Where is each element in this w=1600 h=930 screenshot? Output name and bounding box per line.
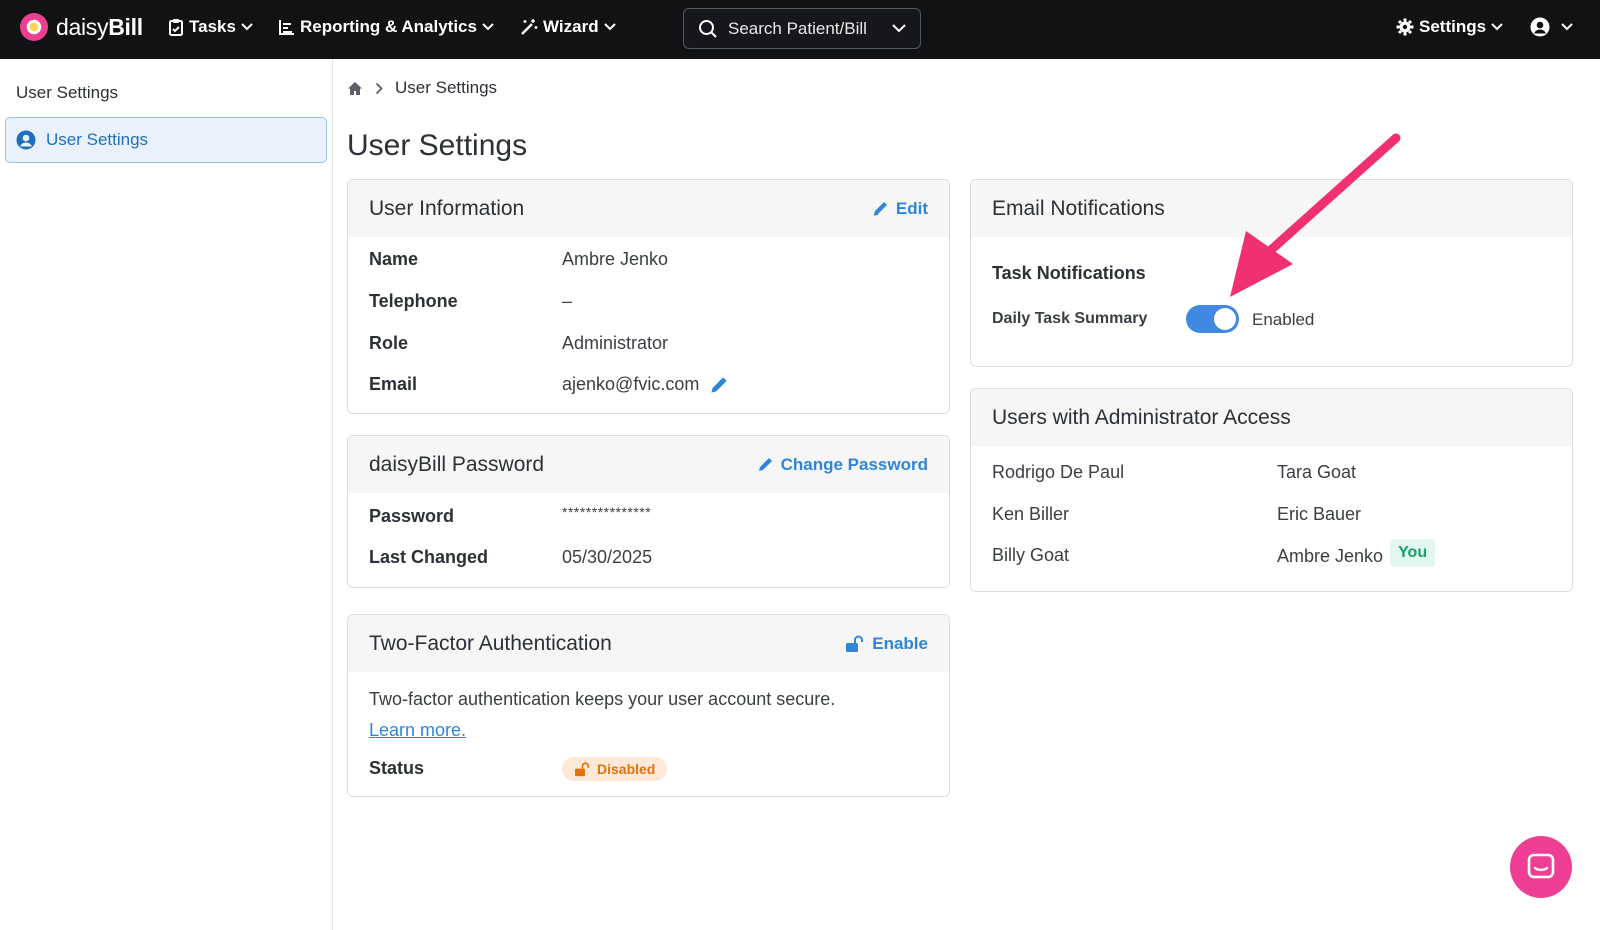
edit-button[interactable]: Edit: [872, 199, 928, 219]
toggle-state-label: Enabled: [1252, 310, 1315, 329]
nav-tasks-label: Tasks: [189, 17, 236, 36]
change-password-label: Change Password: [780, 454, 928, 474]
card-header: Users with Administrator Access: [971, 389, 1572, 446]
admin-user: Tara Goat: [1277, 462, 1357, 482]
row-value: 05/30/2025: [562, 547, 653, 567]
admin-user: Eric Bauer: [1277, 504, 1362, 524]
daily-task-summary-label: Daily Task Summary: [992, 310, 1148, 327]
chevron-down-icon: [603, 23, 616, 31]
card-title: User Information: [369, 196, 525, 220]
chevron-down-icon: [241, 23, 253, 31]
you-badge: You: [1390, 539, 1436, 567]
page-title: User Settings: [347, 129, 528, 162]
row-label: Role: [369, 333, 409, 353]
gear-icon: [1396, 18, 1414, 36]
unlock-icon: [846, 635, 864, 652]
annotation-arrow-icon: [1230, 133, 1401, 297]
edit-email-pencil-icon[interactable]: [709, 375, 729, 395]
chat-icon: [1527, 853, 1555, 879]
change-password-button[interactable]: Change Password: [757, 455, 928, 475]
row-value: Ambre Jenko: [562, 249, 669, 269]
card-title: Two-Factor Authentication: [369, 631, 612, 655]
row-value: –: [562, 291, 573, 311]
nav-settings-label: Settings: [1419, 17, 1487, 36]
user-information-card: User Information Edit Name Ambre Jenko T…: [347, 179, 950, 414]
chevron-down-icon: [482, 23, 494, 31]
chevron-down-icon: [1561, 23, 1573, 31]
nav-settings[interactable]: Settings: [1396, 17, 1503, 37]
tfa-description-block: Two-factor authentication keeps your use…: [369, 684, 929, 746]
search-placeholder: Search Patient/Bill: [728, 18, 867, 38]
sidebar-item-user-settings[interactable]: User Settings: [5, 117, 327, 163]
admin-user: Rodrigo De Paul: [992, 462, 1125, 482]
magic-wand-icon: [521, 19, 538, 35]
status-badge-label: Disabled: [597, 761, 656, 777]
chevron-down-icon: [1491, 23, 1503, 31]
card-title: Users with Administrator Access: [992, 405, 1291, 429]
brand-name: daisyBill: [56, 13, 143, 40]
edit-label: Edit: [895, 198, 928, 218]
home-icon[interactable]: [347, 81, 363, 96]
unlock-icon: [575, 761, 590, 776]
top-navbar: daisyBill Tasks Reporting & Analytics Wi…: [0, 0, 1600, 59]
chat-launcher-button[interactable]: [1510, 836, 1572, 898]
learn-more-link[interactable]: Learn more.: [369, 720, 466, 740]
chevron-right-icon: [375, 82, 383, 94]
enable-label: Enable: [872, 633, 928, 653]
nav-wizard[interactable]: Wizard: [520, 17, 616, 37]
row-label: Last Changed: [369, 547, 489, 567]
row-label: Password: [369, 506, 455, 526]
sidebar: User Settings User Settings: [0, 59, 333, 930]
row-label: Telephone: [369, 291, 458, 311]
task-notifications-heading: Task Notifications: [992, 263, 1146, 283]
password-masked: ***************: [562, 504, 652, 520]
row-label: Name: [369, 249, 419, 269]
breadcrumb: User Settings: [347, 78, 497, 98]
admin-access-card: Users with Administrator Access Rodrigo …: [970, 388, 1573, 592]
card-title: Email Notifications: [992, 196, 1165, 220]
nav-tasks[interactable]: Tasks: [168, 17, 253, 37]
sidebar-title: User Settings: [16, 83, 119, 102]
admin-user-current: Ambre Jenko You: [1277, 539, 1436, 567]
sidebar-item-label: User Settings: [46, 130, 149, 149]
password-card: daisyBill Password Change Password Passw…: [347, 435, 950, 588]
two-factor-card: Two-Factor Authentication Enable Two-fac…: [347, 614, 950, 797]
nav-user-menu[interactable]: [1530, 17, 1573, 37]
clipboard-icon: [169, 19, 183, 36]
breadcrumb-current: User Settings: [395, 78, 498, 97]
card-header: daisyBill Password Change Password: [348, 436, 949, 493]
row-value: Administrator: [562, 333, 669, 353]
row-label: Status: [369, 758, 425, 778]
user-avatar-icon: [1530, 17, 1550, 37]
chevron-down-icon: [892, 24, 906, 33]
daisybill-logo[interactable]: daisyBill: [20, 13, 143, 41]
pencil-icon: [873, 202, 887, 216]
row-label: Email: [369, 374, 418, 394]
status-badge: Disabled: [562, 757, 668, 781]
nav-reporting-label: Reporting & Analytics: [300, 17, 477, 36]
card-header: Two-Factor Authentication Enable: [348, 615, 949, 672]
admin-user: Ken Biller: [992, 504, 1070, 524]
tfa-description: Two-factor authentication keeps your use…: [369, 689, 836, 709]
nav-reporting[interactable]: Reporting & Analytics: [278, 17, 494, 37]
nav-wizard-label: Wizard: [543, 17, 599, 36]
admin-user: Billy Goat: [992, 545, 1070, 565]
search-icon: [699, 19, 717, 38]
bar-chart-icon: [279, 19, 294, 35]
status-value-container: Disabled: [562, 757, 668, 781]
pencil-icon: [758, 458, 772, 471]
card-header: User Information Edit: [348, 180, 949, 237]
user-circle-icon: [16, 130, 36, 150]
daisy-flower-icon: [20, 13, 48, 41]
row-value-container: ajenko@fvic.com: [562, 374, 729, 395]
admin-user-name: Ambre Jenko: [1277, 545, 1384, 566]
email-value: ajenko@fvic.com: [562, 374, 700, 394]
enable-2fa-button[interactable]: Enable: [845, 634, 928, 654]
search-patient-bill[interactable]: Search Patient/Bill: [683, 8, 921, 49]
card-title: daisyBill Password: [369, 452, 545, 476]
